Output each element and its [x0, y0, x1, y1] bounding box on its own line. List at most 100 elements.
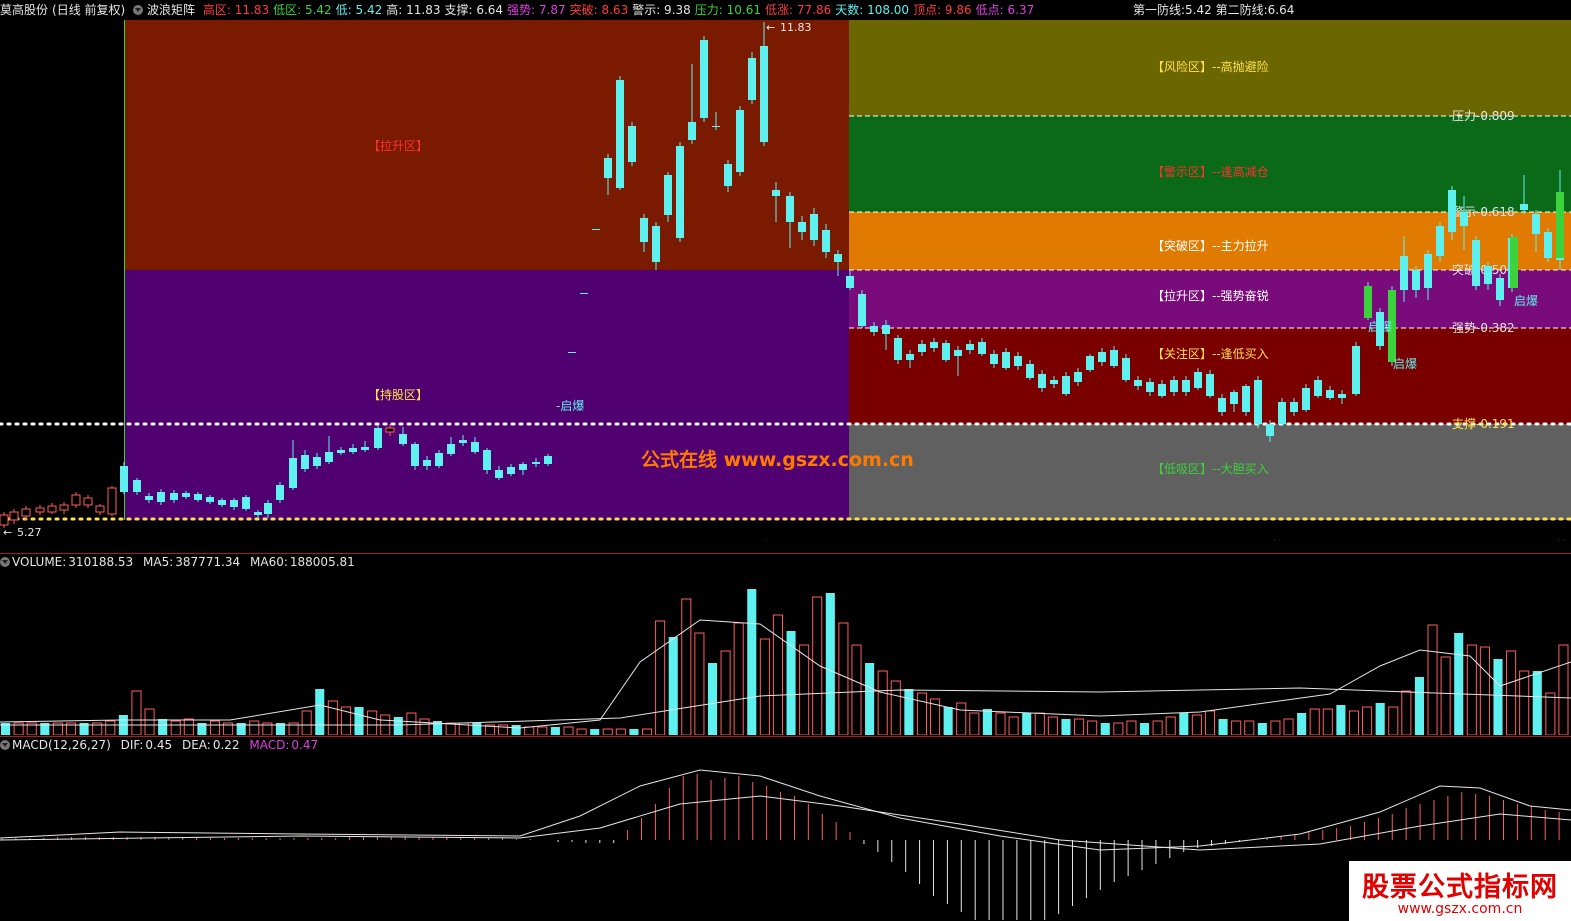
- volume-bar: [1322, 708, 1333, 735]
- candle: [1194, 368, 1202, 390]
- volume-bar: [170, 720, 181, 735]
- volume-chart[interactable]: [0, 570, 1571, 735]
- volume-bar: [1519, 670, 1530, 735]
- macd-dif-label: DIF:: [120, 738, 144, 752]
- qibao-label-2: 启爆: [1368, 320, 1392, 334]
- candle-body: [313, 457, 321, 466]
- candle-body: [882, 325, 890, 334]
- candle-body: [858, 294, 866, 326]
- candle-body: [95, 505, 105, 513]
- volume-toggle-icon[interactable]: [0, 557, 10, 567]
- macd-header: MACD(12,26,27) DIF: 0.45 DEA: 0.22 MACD: 0.…: [0, 736, 324, 754]
- candle-body: [1520, 204, 1528, 210]
- volume-bar: [969, 712, 980, 735]
- breakout-bar: [1556, 192, 1564, 258]
- candle-body: [459, 440, 467, 443]
- volume-bar: [472, 723, 482, 735]
- candle: [760, 22, 768, 146]
- volume-bar: [1126, 720, 1137, 735]
- volume-bar: [1479, 646, 1490, 735]
- candle-body: [604, 158, 612, 178]
- macd-toggle-icon[interactable]: [0, 740, 10, 750]
- candle: [9, 509, 19, 524]
- marker-die[interactable]: 跌: [758, 538, 770, 540]
- candle-body: [1014, 356, 1022, 366]
- candle-body: [954, 350, 962, 356]
- candle-body: [1424, 254, 1432, 288]
- volume-bar: [733, 622, 744, 735]
- candle: [423, 456, 431, 470]
- candle: [47, 503, 57, 514]
- candle: [1412, 266, 1420, 298]
- volume-bar: [105, 720, 116, 735]
- candle-body: [1086, 356, 1094, 370]
- candle: [894, 335, 902, 364]
- candle: [35, 505, 45, 515]
- candle: [313, 453, 321, 469]
- candle: [218, 498, 226, 507]
- candle: [170, 490, 178, 503]
- candle: [1302, 384, 1310, 412]
- volume-ma60-label: MA60:: [250, 555, 288, 569]
- volume-bar: [1440, 656, 1451, 735]
- candle-body: [1532, 214, 1540, 234]
- volume-bar: [1087, 720, 1098, 735]
- volume-bar: [537, 726, 548, 735]
- volume-bar: [851, 644, 862, 735]
- macd-macd-value: 0.47: [291, 738, 319, 752]
- candle: [361, 441, 369, 452]
- candle: [724, 160, 732, 192]
- candle: [1484, 262, 1492, 290]
- candle: [411, 442, 419, 470]
- volume-bar: [1270, 720, 1281, 735]
- candle: [978, 338, 986, 356]
- fib-label-0382: 强势-0.382: [1452, 321, 1515, 335]
- volume-bar: [1179, 713, 1189, 735]
- candle-body: [1038, 374, 1046, 388]
- candle: [206, 495, 214, 504]
- site-badge[interactable]: 股票公式指标网 www.gszx.com.cn: [1349, 861, 1571, 921]
- candle-body: [918, 344, 926, 352]
- candle: [1218, 394, 1226, 416]
- candle-body: [1448, 190, 1456, 232]
- candle-body: [1110, 350, 1118, 366]
- candle-body: [592, 229, 600, 230]
- candle-body: [519, 464, 527, 470]
- candle-body: [1242, 386, 1250, 412]
- marker-dollar[interactable]: $: [664, 539, 672, 540]
- candle: [1038, 370, 1046, 392]
- candle-body: [206, 497, 214, 502]
- volume-bar: [1139, 723, 1150, 735]
- candle-body: [1290, 402, 1298, 412]
- candle: [399, 427, 407, 446]
- marker-bang[interactable]: 榜: [1556, 538, 1568, 540]
- volume-bar: [1074, 718, 1085, 735]
- candle-body: [906, 354, 914, 360]
- candle: [1448, 186, 1456, 240]
- volume-bar: [1100, 723, 1110, 735]
- volume-bar: [615, 728, 626, 735]
- candle: [652, 222, 660, 270]
- volume-bar: [956, 702, 967, 735]
- candle: [495, 466, 503, 480]
- candle: [157, 489, 165, 505]
- candle: [1290, 398, 1298, 416]
- macd-chart[interactable]: [0, 754, 1571, 920]
- candle: [1074, 368, 1082, 386]
- candle-body: [1326, 390, 1334, 398]
- macd-dif-line: [0, 769, 1571, 851]
- candle-body: [264, 503, 272, 514]
- candle-body: [1460, 212, 1468, 226]
- candle: [846, 270, 854, 290]
- volume-bar: [367, 710, 378, 735]
- price-chart[interactable]: 压力-0.809 警示-0.618 突破-0.500 强势-0.382 支撑-0…: [0, 0, 1571, 540]
- marker-cai[interactable]: 财: [1265, 539, 1277, 540]
- candle-body: [83, 497, 93, 506]
- candle-body: [385, 427, 395, 433]
- candle-body: [435, 453, 443, 466]
- candle: [459, 435, 467, 446]
- candle-body: [930, 342, 938, 348]
- candle-body: [1074, 372, 1082, 382]
- candle-body: [1266, 424, 1274, 436]
- volume-bar: [786, 631, 796, 735]
